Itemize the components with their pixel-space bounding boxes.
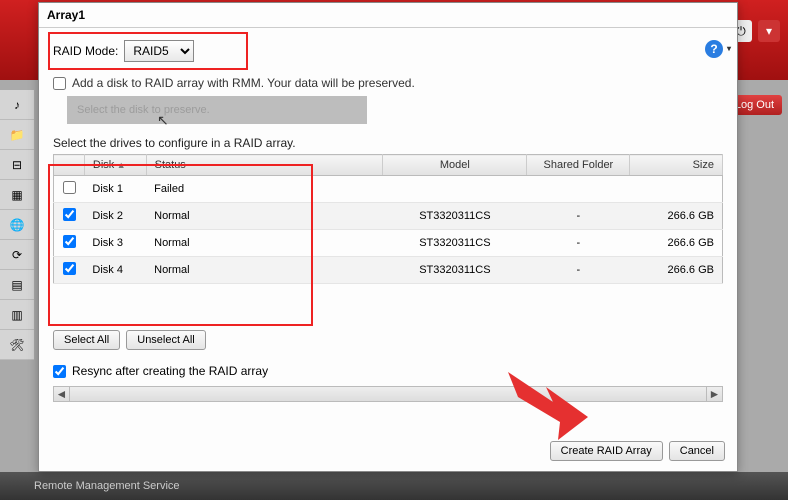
cell-status: Failed	[146, 176, 383, 203]
drive-table: Disk Status Model Shared Folder Size Dis…	[53, 154, 723, 284]
scroll-left-icon[interactable]: ◄	[54, 387, 70, 401]
drive-select-instruction: Select the drives to configure in a RAID…	[53, 136, 723, 150]
sidebar-icon-sync[interactable]: ⟳	[0, 240, 34, 270]
resync-checkbox[interactable]	[53, 365, 66, 378]
table-row[interactable]: Disk 4NormalST3320311CS-266.6 GB	[54, 257, 723, 284]
cell-disk: Disk 1	[84, 176, 146, 203]
help-icon[interactable]: ?▾	[705, 40, 723, 58]
cell-shared: -	[527, 203, 630, 230]
table-row[interactable]: Disk 1Failed	[54, 176, 723, 203]
table-row[interactable]: Disk 3NormalST3320311CS-266.6 GB	[54, 230, 723, 257]
col-status[interactable]: Status	[146, 155, 383, 176]
dropdown-icon[interactable]: ▾	[758, 20, 780, 42]
raid-mode-select[interactable]: RAID5	[124, 40, 194, 62]
cell-disk: Disk 2	[84, 203, 146, 230]
sidebar-icon-disk[interactable]: ⊟	[0, 150, 34, 180]
sidebar-icon-folder[interactable]: 📁	[0, 120, 34, 150]
cell-status: Normal	[146, 203, 383, 230]
rmm-label: Add a disk to RAID array with RMM. Your …	[72, 76, 415, 90]
raid-dialog: Array1 ?▾ RAID Mode: RAID5 Add a disk to…	[38, 2, 738, 472]
horizontal-scrollbar[interactable]: ◄ ►	[53, 386, 723, 402]
col-checkbox[interactable]	[54, 155, 85, 176]
cell-disk: Disk 4	[84, 257, 146, 284]
cell-model	[383, 176, 527, 203]
cell-size: 266.6 GB	[630, 230, 723, 257]
cell-shared: -	[527, 257, 630, 284]
create-raid-button[interactable]: Create RAID Array	[550, 441, 663, 461]
sidebar-icon-music[interactable]: ♪	[0, 90, 34, 120]
cell-size	[630, 176, 723, 203]
unselect-all-button[interactable]: Unselect All	[126, 330, 205, 350]
select-all-button[interactable]: Select All	[53, 330, 120, 350]
resync-label: Resync after creating the RAID array	[72, 364, 268, 378]
cell-size: 266.6 GB	[630, 257, 723, 284]
row-checkbox[interactable]	[63, 181, 76, 194]
rms-bar: Remote Management Service	[0, 472, 788, 500]
cell-status: Normal	[146, 257, 383, 284]
sidebar-icon-chart[interactable]: ▥	[0, 300, 34, 330]
col-size[interactable]: Size	[630, 155, 723, 176]
cell-disk: Disk 3	[84, 230, 146, 257]
cell-model: ST3320311CS	[383, 257, 527, 284]
cell-model: ST3320311CS	[383, 203, 527, 230]
row-checkbox[interactable]	[63, 208, 76, 221]
cancel-button[interactable]: Cancel	[669, 441, 725, 461]
table-row[interactable]: Disk 2NormalST3320311CS-266.6 GB	[54, 203, 723, 230]
cell-model: ST3320311CS	[383, 230, 527, 257]
sidebar-icon-network[interactable]: ▤	[0, 270, 34, 300]
scroll-right-icon[interactable]: ►	[706, 387, 722, 401]
row-checkbox[interactable]	[63, 262, 76, 275]
row-checkbox[interactable]	[63, 235, 76, 248]
col-model[interactable]: Model	[383, 155, 527, 176]
cell-shared	[527, 176, 630, 203]
col-shared[interactable]: Shared Folder	[527, 155, 630, 176]
rmm-checkbox[interactable]	[53, 77, 66, 90]
dialog-title: Array1	[39, 3, 737, 28]
cell-status: Normal	[146, 230, 383, 257]
cell-shared: -	[527, 230, 630, 257]
cell-size: 266.6 GB	[630, 203, 723, 230]
raid-mode-label: RAID Mode:	[53, 44, 118, 58]
sidebar-icon-share[interactable]: ▦	[0, 180, 34, 210]
sidebar: ♪ 📁 ⊟ ▦ 🌐 ⟳ ▤ ▥ 🛠	[0, 90, 34, 360]
sidebar-icon-tools[interactable]: 🛠	[0, 330, 34, 360]
col-disk[interactable]: Disk	[84, 155, 146, 176]
cursor-icon: ↖	[157, 112, 169, 129]
sidebar-icon-globe[interactable]: 🌐	[0, 210, 34, 240]
preserve-disk-panel: Select the disk to preserve. ↖	[67, 96, 367, 124]
